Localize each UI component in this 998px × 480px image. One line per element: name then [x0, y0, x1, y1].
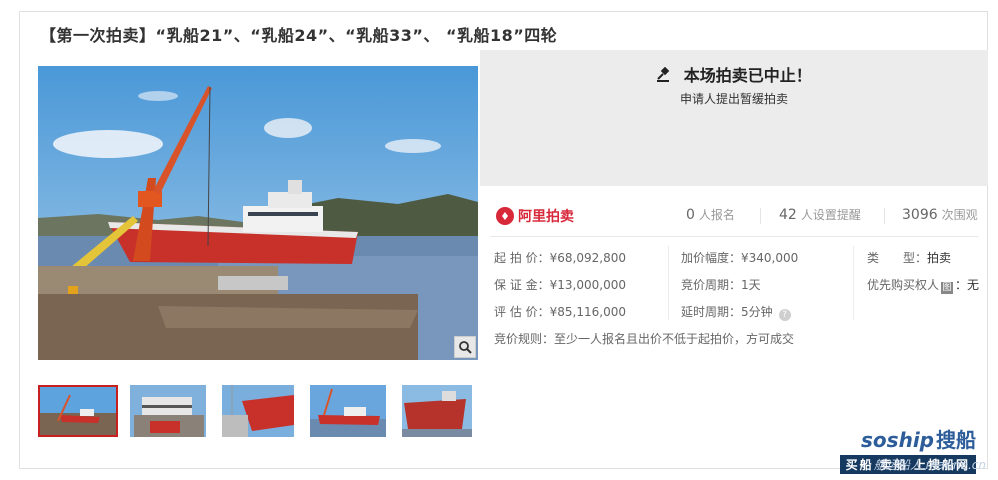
watermark-logo-latin: soship [861, 428, 934, 452]
thumbnail-2[interactable] [130, 385, 206, 437]
increment-row: 加价幅度：¥340,000 [681, 251, 799, 265]
start-price-row: 起 拍 价：¥68,092,800 [494, 251, 626, 265]
appraisal-row: 评 估 价：¥85,116,000 [494, 305, 626, 319]
bid-rule-row: 竞价规则：至少一人报名且出价不低于起拍价，方可成交 [494, 332, 795, 346]
ali-auction-logo-icon [496, 207, 514, 225]
deposit-row: 保 证 金：¥13,000,000 [494, 278, 626, 292]
type-row: 类 型：拍卖 [867, 251, 952, 265]
priority-icon[interactable]: 图 [941, 282, 954, 294]
ali-auction-brand: 阿里拍卖 [496, 206, 574, 226]
main-photo[interactable] [38, 66, 478, 360]
gavel-icon [656, 66, 672, 87]
status-headline: 本场拍卖已中止！ [683, 66, 812, 85]
column-divider [668, 246, 669, 320]
status-reason: 申请人提出暂缓拍卖 [679, 92, 788, 106]
auction-status-panel: 本场拍卖已中止！ 申请人提出暂缓拍卖 [480, 50, 988, 186]
stat-divider [760, 208, 761, 224]
thumbnail-1[interactable] [38, 385, 118, 437]
platform-name: 阿里拍卖 [518, 209, 574, 225]
watermark-url: 航运船人 marine.cn [873, 458, 986, 472]
thumbnail-3[interactable] [222, 385, 294, 437]
priority-row: 优先购买权人图：无 [867, 278, 980, 294]
reminders-stat: 42 人设置提醒 [779, 207, 861, 223]
extension-row: 延时周期：5分钟? [681, 303, 791, 321]
watermark-logo-cn: 搜船 [936, 428, 976, 452]
zoom-icon[interactable] [454, 336, 476, 358]
thumbnail-5[interactable] [402, 385, 472, 437]
divider [490, 236, 978, 237]
bid-period-row: 竞价周期：1天 [681, 278, 761, 292]
views-stat: 3096 次围观 [902, 207, 978, 223]
column-divider [853, 246, 854, 320]
auction-title: 【第一次拍卖】“乳船21”、“乳船24”、“乳船33”、 “乳船18”四轮 [40, 26, 558, 45]
signups-stat: 0 人报名 [686, 207, 735, 223]
stat-divider [884, 208, 885, 224]
thumbnail-4[interactable] [310, 385, 386, 437]
help-icon[interactable]: ? [778, 309, 791, 321]
